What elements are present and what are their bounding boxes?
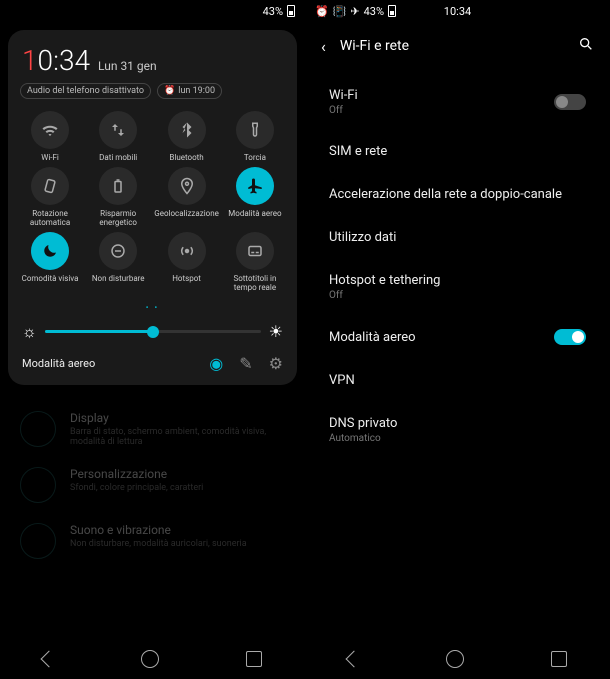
- dim-setting-item: Suono e vibrazioneNon disturbare, modali…: [20, 523, 285, 559]
- nav-home[interactable]: [141, 650, 159, 668]
- tile-bluetooth[interactable]: Bluetooth: [154, 111, 219, 163]
- nav-back[interactable]: [41, 651, 58, 668]
- airplane-icon: [236, 167, 274, 205]
- tile-moon[interactable]: Comodità visiva: [18, 232, 82, 293]
- navbar: [0, 639, 305, 679]
- bluetooth-icon: [168, 111, 206, 149]
- statusbar: 43%: [0, 0, 305, 22]
- airplane-icon: ✈: [350, 5, 359, 18]
- quick-tiles-grid: Wi-FiDati mobiliBluetoothTorcia Rotazione…: [18, 111, 287, 293]
- battery-text: 43%: [364, 5, 384, 18]
- tile-data[interactable]: Dati mobili: [86, 111, 150, 163]
- tile-dnd[interactable]: Non disturbare: [86, 232, 150, 293]
- location-icon: [168, 167, 206, 205]
- tile-rotate[interactable]: Rotazione automatica: [18, 167, 82, 228]
- wifi-icon: [31, 111, 69, 149]
- toggle-switch[interactable]: [554, 94, 586, 110]
- tile-caption[interactable]: Sottotitoli in tempo reale: [223, 232, 287, 293]
- nav-recent[interactable]: [246, 651, 262, 667]
- quick-panel: 10:34 Lun 31 gen Audio del telefono disa…: [8, 30, 297, 385]
- settings-header: ‹ Wi-Fi e rete: [305, 22, 610, 74]
- moon-icon: [31, 232, 69, 270]
- hotspot-icon: [168, 232, 206, 270]
- setting-item[interactable]: Wi-FiOff: [329, 74, 586, 130]
- torch-icon: [236, 111, 274, 149]
- setting-item[interactable]: Modalità aereo: [329, 315, 586, 359]
- nav-home[interactable]: [446, 650, 464, 668]
- setting-item[interactable]: VPN: [329, 359, 586, 402]
- search-icon[interactable]: [578, 36, 594, 56]
- battery-icon: [287, 5, 295, 17]
- dnd-icon: [99, 232, 137, 270]
- chip-alarm[interactable]: ⏰ lun 19:00: [157, 83, 222, 99]
- status-time: 10:34: [444, 5, 471, 18]
- toggle-switch[interactable]: [554, 329, 586, 345]
- gear-icon[interactable]: ⚙: [269, 354, 283, 373]
- battery-text: 43%: [263, 5, 283, 18]
- screen-wifi-settings: 10:34 ⏰ 📳 ✈ 43% ‹ Wi-Fi e rete Wi-FiOffS…: [305, 0, 610, 679]
- tile-torch[interactable]: Torcia: [223, 111, 287, 163]
- battery-icon: [388, 5, 396, 17]
- setting-item[interactable]: SIM e rete: [329, 130, 586, 173]
- battery-icon: [99, 167, 137, 205]
- setting-item[interactable]: DNS privatoAutomatico: [329, 402, 586, 458]
- tile-airplane[interactable]: Modalità aereo: [223, 167, 287, 228]
- page-indicator: • •: [18, 303, 287, 312]
- navbar: [305, 639, 610, 679]
- setting-item[interactable]: Hotspot e tetheringOff: [329, 259, 586, 315]
- dim-setting-item: PersonalizzazioneSfondi, colore principa…: [20, 467, 285, 503]
- edit-icon[interactable]: ✎: [239, 354, 252, 373]
- user-icon[interactable]: ◉: [209, 354, 223, 373]
- caption-icon: [236, 232, 274, 270]
- brightness-slider-row: ☼ ☀: [18, 322, 287, 342]
- data-icon: [99, 111, 137, 149]
- panel-date: Lun 31 gen: [98, 59, 157, 73]
- tile-location[interactable]: Geolocalizzazione: [154, 167, 219, 228]
- nav-back[interactable]: [346, 651, 363, 668]
- setting-item[interactable]: Utilizzo dati: [329, 216, 586, 259]
- dim-setting-item: DisplayBarra di stato, schermo ambient, …: [20, 411, 285, 447]
- page-title: Wi-Fi e rete: [340, 38, 564, 54]
- tile-battery[interactable]: Risparmio energetico: [86, 167, 150, 228]
- statusbar: 10:34 ⏰ 📳 ✈ 43%: [305, 0, 610, 22]
- screen-quick-settings: 43% 10:34 Lun 31 gen Audio del telefono …: [0, 0, 305, 679]
- nav-recent[interactable]: [551, 651, 567, 667]
- back-icon[interactable]: ‹: [321, 37, 326, 56]
- chip-audio-off[interactable]: Audio del telefono disattivato: [20, 83, 151, 99]
- time-hour-leading: 1: [22, 44, 38, 77]
- brightness-slider[interactable]: [45, 330, 261, 333]
- setting-item[interactable]: Accelerazione della rete a doppio-canale: [329, 173, 586, 216]
- rotate-icon: [31, 167, 69, 205]
- panel-clock: 10:34 Lun 31 gen: [18, 44, 287, 77]
- background-settings-dimmed: DisplayBarra di stato, schermo ambient, …: [0, 393, 305, 597]
- brightness-low-icon: ☼: [22, 322, 37, 342]
- alarm-icon: ⏰: [315, 5, 329, 18]
- tile-wifi[interactable]: Wi-Fi: [18, 111, 82, 163]
- vibrate-icon: 📳: [333, 5, 347, 18]
- brightness-high-icon: ☀: [269, 322, 283, 341]
- settings-list: Wi-FiOffSIM e reteAccelerazione della re…: [305, 74, 610, 458]
- tile-hotspot[interactable]: Hotspot: [154, 232, 219, 293]
- footer-label: Modalità aereo: [22, 357, 95, 370]
